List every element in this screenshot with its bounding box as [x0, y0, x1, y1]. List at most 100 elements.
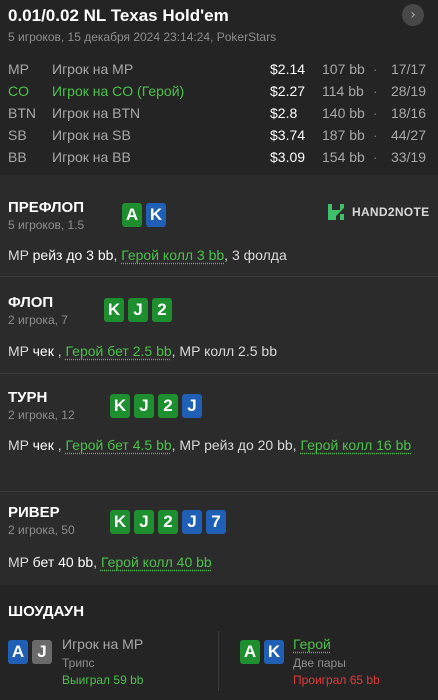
playing-card: A — [122, 203, 142, 227]
showdown-hand-rank: Две пары — [293, 656, 346, 670]
player-row: MP Игрок на MP $2.14 107 bb · 17/17 — [0, 58, 438, 80]
street-title: ПРЕФЛОП — [8, 199, 84, 216]
player-stack-bb: 154 bb — [322, 149, 365, 165]
player-vpip-pfr: 44/27 — [390, 127, 426, 143]
playing-card: K — [264, 640, 284, 664]
action-text: , MP рейз до 20 bb, — [171, 437, 297, 453]
player-row: SB Игрок на SB $3.74 187 bb · 44/27 — [0, 124, 438, 146]
action-sep: , — [57, 437, 62, 453]
hand2note-logo: HAND2NOTE — [326, 202, 429, 222]
player-stack-bb: 107 bb — [322, 61, 365, 77]
hero-action-link[interactable]: Герой колл 40 bb — [101, 554, 212, 570]
player-row: BTN Игрок на BTN $2.8 140 bb · 18/16 — [0, 102, 438, 124]
player-row: CO Игрок на CO (Герой) $2.27 114 bb · 28/19 — [0, 80, 438, 102]
hero-action-link[interactable]: Герой бет 2.5 bb — [66, 343, 172, 359]
player-name: Игрок на BTN — [52, 105, 141, 121]
playing-card: 2 — [158, 510, 178, 534]
player-stack: $3.74 — [270, 127, 306, 143]
street-preflop: ПРЕФЛОП 5 игроков, 1.5 AK MP рейз до 3 b… — [0, 175, 438, 276]
player-name: Игрок на CO (Герой) — [52, 83, 185, 99]
separator-dot: · — [373, 127, 378, 143]
player-vpip-pfr: 28/19 — [390, 83, 426, 99]
street-actions: MP чек , Герой бет 2.5 bb, MP колл 2.5 b… — [8, 340, 428, 362]
playing-card: J — [32, 640, 52, 664]
action-text: чек — [32, 343, 54, 359]
street-turn: ТУРН 2 игрока, 12 KJ2J MP чек , Герой бе… — [0, 374, 438, 491]
playing-card: 2 — [152, 298, 172, 322]
playing-card: J — [182, 394, 202, 418]
player-position: MP — [8, 61, 29, 77]
game-title: 0.01/0.02 NL Texas Hold'em — [8, 6, 229, 25]
hand-header: 0.01/0.02 NL Texas Hold'em 5 игроков, 15… — [0, 0, 438, 175]
action-text: чек — [32, 437, 54, 453]
player-vpip-pfr: 18/16 — [390, 105, 426, 121]
separator-dot: · — [373, 149, 378, 165]
separator-dot: · — [373, 83, 378, 99]
street-river: РИВЕР 2 игрока, 50 KJ2J7 MP бет 40 bb, Г… — [0, 492, 438, 585]
street-title: ФЛОП — [8, 294, 54, 311]
action-sep: , — [57, 343, 62, 359]
showdown-hero-link[interactable]: Герой — [293, 636, 331, 652]
board-cards: KJ2J — [110, 394, 202, 418]
showdown-hand-rank: Трипс — [62, 656, 95, 670]
player-position: SB — [8, 127, 27, 143]
player-row: BB Игрок на BB $3.09 154 bb · 33/19 — [0, 146, 438, 168]
action-sep: , — [113, 247, 118, 263]
playing-card: A — [8, 640, 28, 664]
street-actions: MP чек , Герой бет 4.5 bb, MP рейз до 20… — [8, 434, 428, 456]
playing-card: K — [110, 394, 130, 418]
showdown-player-name: Игрок на MP — [62, 636, 144, 652]
playing-card: J — [182, 510, 202, 534]
playing-card: K — [104, 298, 124, 322]
street-title: РИВЕР — [8, 504, 60, 521]
action-player: MP — [8, 343, 29, 359]
playing-card: 7 — [206, 510, 226, 534]
player-stack: $2.14 — [270, 61, 306, 77]
action-sep: , — [93, 554, 98, 570]
player-stack-bb: 187 bb — [322, 127, 365, 143]
board-cards: KJ2 — [104, 298, 172, 322]
player-stack: $2.27 — [270, 83, 306, 99]
hero-action-link[interactable]: Герой колл 3 bb — [121, 247, 224, 263]
showdown-result: Выиграл 59 bb — [62, 673, 144, 687]
separator-dot: · — [373, 61, 378, 77]
action-text: рейз до 3 bb — [32, 247, 114, 263]
hand2note-icon — [328, 204, 344, 220]
board-cards: KJ2J7 — [110, 510, 226, 534]
hand-info: 5 игроков, 15 декабря 2024 23:14:24, Pok… — [8, 30, 277, 44]
action-text: , 3 фолда — [224, 247, 287, 263]
playing-card: K — [110, 510, 130, 534]
chevron-right-icon[interactable]: › — [402, 4, 424, 26]
board-cards: AK — [122, 203, 166, 227]
showdown-divider — [218, 631, 219, 691]
player-name: Игрок на MP — [52, 61, 134, 77]
street-flop: ФЛОП 2 игрока, 7 KJ2 MP чек , Герой бет … — [0, 277, 438, 373]
street-actions: MP рейз до 3 bb, Герой колл 3 bb, 3 фолд… — [8, 244, 428, 266]
player-name: Игрок на SB — [52, 127, 131, 143]
playing-card: J — [134, 510, 154, 534]
street-subtitle: 2 игрока, 50 — [8, 523, 75, 537]
player-position: CO — [8, 83, 29, 99]
showdown-result: Проиграл 65 bb — [293, 673, 380, 687]
street-actions: MP бет 40 bb, Герой колл 40 bb — [8, 551, 428, 573]
playing-card: 2 — [158, 394, 178, 418]
playing-card: A — [240, 640, 260, 664]
playing-card: K — [146, 203, 166, 227]
action-text: , MP колл 2.5 bb — [171, 343, 277, 359]
showdown-title: ШОУДАУН — [8, 603, 85, 620]
showdown-cards-hero: AK — [240, 640, 284, 664]
street-subtitle: 2 игрока, 7 — [8, 313, 68, 327]
action-player: MP — [8, 554, 29, 570]
player-stack: $3.09 — [270, 149, 306, 165]
player-stack: $2.8 — [270, 105, 298, 121]
playing-card: J — [134, 394, 154, 418]
player-stack-bb: 114 bb — [322, 83, 364, 99]
player-position: BTN — [8, 105, 36, 121]
action-text: бет 40 bb — [32, 554, 94, 570]
player-vpip-pfr: 17/17 — [390, 61, 426, 77]
hand2note-text: HAND2NOTE — [352, 205, 430, 219]
hero-action-link[interactable]: Герой бет 4.5 bb — [66, 437, 172, 453]
hero-action-link[interactable]: Герой колл 16 bb — [300, 437, 411, 453]
player-stack-bb: 140 bb — [322, 105, 365, 121]
player-name: Игрок на BB — [52, 149, 131, 165]
